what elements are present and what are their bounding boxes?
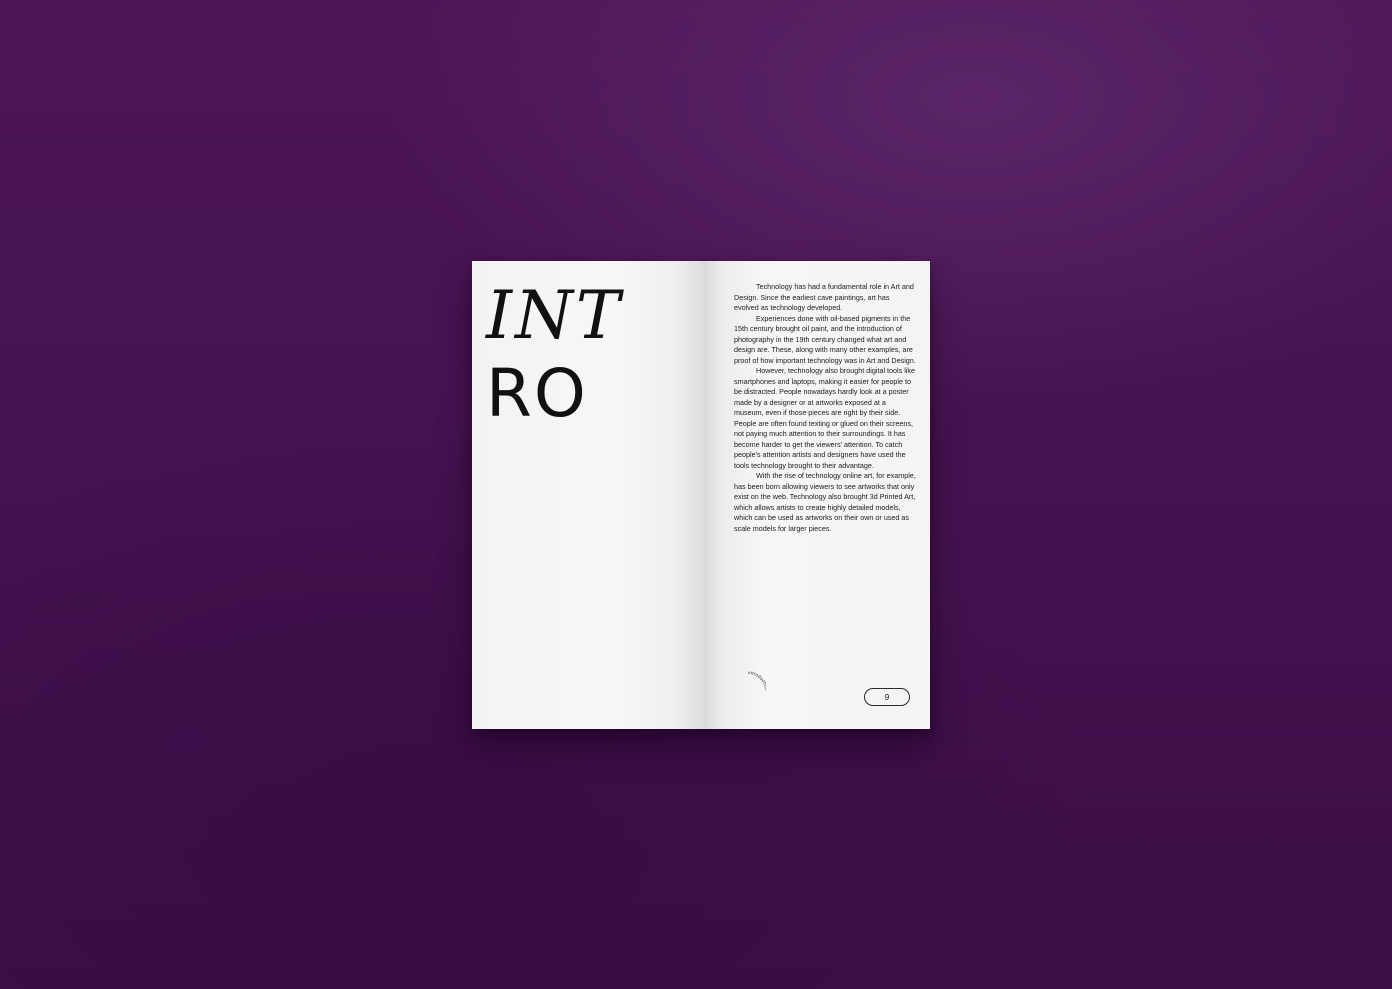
paragraph-3: However, technology also brought digital… (734, 366, 916, 470)
arc-label-text: introduction (748, 671, 766, 691)
intro-heading: INT RO (486, 277, 686, 433)
svg-text:introduction: introduction (748, 671, 766, 691)
intro-body-text: Technology has had a fundamental role in… (734, 282, 916, 534)
paragraph-4: With the rise of technology online art, … (734, 471, 916, 533)
intro-heading-line-1: INT (486, 277, 623, 354)
open-booklet: INT RO Technology has had a fundamental … (472, 261, 930, 729)
left-page: INT RO (472, 261, 703, 729)
page-number-badge: 9 (864, 688, 910, 706)
paragraph-1: Technology has had a fundamental role in… (734, 282, 914, 312)
intro-heading-line-2: RO (486, 355, 588, 432)
page-number: 9 (884, 692, 890, 702)
paragraph-2: Experiences done with oil-based pigments… (734, 313, 916, 365)
purple-background: INT RO Technology has had a fundamental … (0, 0, 1392, 989)
section-arc-label: introduction (748, 671, 766, 691)
right-page: Technology has had a fundamental role in… (703, 261, 930, 729)
